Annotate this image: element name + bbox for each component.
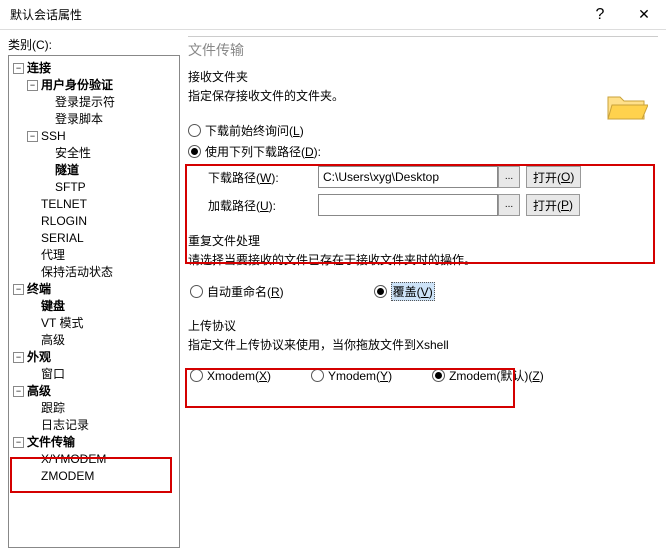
highlight-frame <box>10 457 172 493</box>
highlight-frame <box>185 164 655 264</box>
tree-security[interactable]: 安全性 <box>55 145 91 162</box>
collapse-icon[interactable]: − <box>27 80 38 91</box>
tree-sftp[interactable]: SFTP <box>55 179 86 196</box>
collapse-icon[interactable]: − <box>13 284 24 295</box>
radio-overwrite[interactable]: 覆盖(V) <box>374 282 435 301</box>
radio-auto-rename[interactable]: 自动重命名(R) <box>190 282 284 301</box>
tree-keepalive[interactable]: 保持活动状态 <box>41 264 113 281</box>
tree-advanced2[interactable]: 高级 <box>27 383 51 400</box>
highlight-frame <box>185 368 515 408</box>
help-button[interactable]: ? <box>578 0 622 29</box>
tree-terminal[interactable]: 终端 <box>27 281 51 298</box>
tree-login-script[interactable]: 登录脚本 <box>55 111 103 128</box>
radio-icon <box>374 285 387 298</box>
radio-use-path[interactable]: 使用下列下载路径(D): <box>188 143 658 160</box>
tree-telnet[interactable]: TELNET <box>41 196 87 213</box>
tree-keyboard[interactable]: 键盘 <box>41 298 65 315</box>
tree-conn[interactable]: 连接 <box>27 60 51 77</box>
collapse-icon[interactable]: − <box>27 131 38 142</box>
recv-folder-sub: 指定保存接收文件的文件夹。 <box>188 87 658 104</box>
close-button[interactable]: ✕ <box>622 0 666 29</box>
tree-login-prompt[interactable]: 登录提示符 <box>55 94 115 111</box>
category-label: 类别(C): <box>8 36 180 53</box>
radio-always-ask[interactable]: 下载前始终询问(L) <box>188 122 658 139</box>
recv-folder-heading: 接收文件夹 <box>188 68 658 85</box>
tree-ssh[interactable]: SSH <box>41 128 66 145</box>
tree-filexfer[interactable]: 文件传输 <box>27 434 75 451</box>
tree-appearance[interactable]: 外观 <box>27 349 51 366</box>
tree-trace[interactable]: 跟踪 <box>41 400 65 417</box>
upload-sub: 指定文件上传协议来使用，当你拖放文件到Xshell <box>188 336 658 353</box>
tree-advanced[interactable]: 高级 <box>41 332 65 349</box>
collapse-icon[interactable]: − <box>13 352 24 363</box>
collapse-icon[interactable]: − <box>13 386 24 397</box>
tree-proxy[interactable]: 代理 <box>41 247 65 264</box>
tree-serial[interactable]: SERIAL <box>41 230 84 247</box>
tree-logging[interactable]: 日志记录 <box>41 417 89 434</box>
radio-icon <box>188 124 201 137</box>
tree-tunnel[interactable]: 隧道 <box>55 162 79 179</box>
tree-vt[interactable]: VT 模式 <box>41 315 83 332</box>
radio-icon <box>188 145 201 158</box>
collapse-icon[interactable]: − <box>13 63 24 74</box>
tree-window[interactable]: 窗口 <box>41 366 65 383</box>
upload-heading: 上传协议 <box>188 317 658 334</box>
folder-icon <box>606 91 648 126</box>
window-title: 默认会话属性 <box>10 6 578 23</box>
tree-auth[interactable]: 用户身份验证 <box>41 77 113 94</box>
panel-title: 文件传输 <box>188 40 658 60</box>
radio-icon <box>190 285 203 298</box>
title-bar: 默认会话属性 ? ✕ <box>0 0 666 30</box>
tree-rlogin[interactable]: RLOGIN <box>41 213 87 230</box>
collapse-icon[interactable]: − <box>13 437 24 448</box>
